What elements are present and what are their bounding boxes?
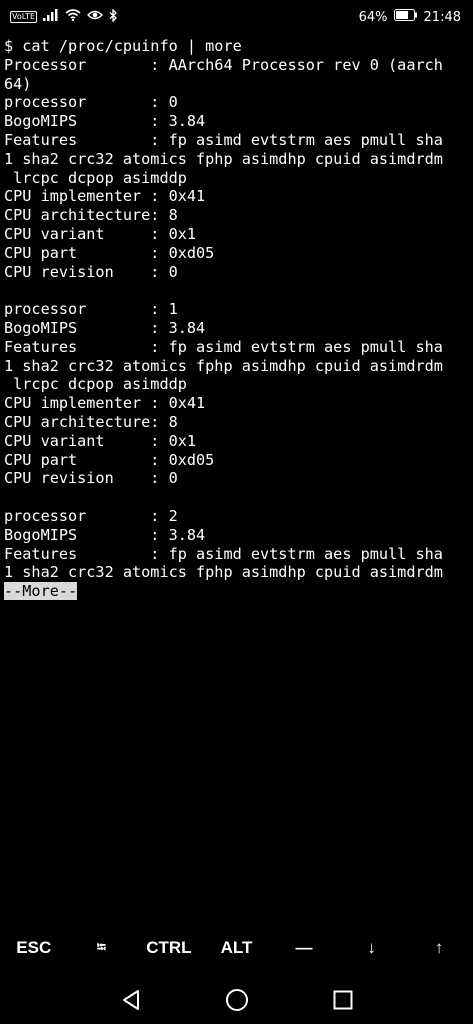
dash-key[interactable]: — (274, 938, 334, 958)
output-line: processor : 1 (4, 300, 178, 319)
output-line: CPU revision : 0 (4, 262, 178, 281)
output-line: BogoMIPS : 3.84 (4, 318, 206, 337)
bluetooth-icon (109, 7, 118, 26)
output-line: CPU part : 0xd05 (4, 243, 215, 262)
esc-key[interactable]: ESC (4, 938, 64, 958)
output-line: CPU variant : 0x1 (4, 431, 197, 450)
navigation-bar (0, 975, 473, 1024)
output-line: BogoMIPS : 3.84 (4, 112, 206, 131)
output-line: Processor : AArch64 Processor rev 0 (aar… (4, 55, 443, 74)
output-line: CPU revision : 0 (4, 469, 178, 488)
back-icon[interactable] (117, 986, 145, 1014)
output-line: 1 sha2 crc32 atomics fphp asimdhp cpuid … (4, 149, 443, 168)
output-line: CPU implementer : 0x41 (4, 187, 206, 206)
terminal-output[interactable]: $ cat /proc/cpuinfo | more Processor : AA… (4, 37, 470, 601)
extra-keys-row: ESC ⭾ CTRL ALT — ↓ ↑ (0, 925, 473, 971)
recents-icon[interactable] (329, 986, 357, 1014)
output-line: Features : fp asimd evtstrm aes pmull sh… (4, 337, 443, 356)
signal-icon (43, 9, 59, 25)
output-line: lrcpc dcpop asimddp (4, 375, 187, 394)
status-time: 21:48 (423, 9, 461, 25)
output-line: CPU architecture: 8 (4, 412, 178, 431)
more-prompt-line: --More-- (4, 582, 470, 601)
output-line: BogoMIPS : 3.84 (4, 525, 206, 544)
status-icons-left: VoLTE (10, 7, 118, 26)
output-line: processor : 0 (4, 93, 178, 112)
status-bar: VoLTE 64% 21:48 (0, 0, 473, 34)
tab-key[interactable]: ⭾ (71, 938, 131, 959)
output-line: CPU part : 0xd05 (4, 450, 215, 469)
output-line: Features : fp asimd evtstrm aes pmull sh… (4, 544, 443, 563)
volte-icon: VoLTE (10, 11, 38, 23)
battery-icon (393, 9, 418, 25)
output-line: 1 sha2 crc32 atomics fphp asimdhp cpuid … (4, 356, 443, 375)
battery-percent: 64% (358, 9, 388, 25)
more-prompt: --More-- (4, 582, 78, 601)
output-line: 64) (4, 74, 32, 93)
command-line: $ cat /proc/cpuinfo | more (4, 37, 242, 55)
status-icons-right: 64% 21:48 (359, 9, 461, 25)
output-line: processor : 2 (4, 506, 178, 525)
arrow-down-key[interactable]: ↓ (342, 938, 402, 958)
output-line: lrcpc dcpop asimddp (4, 168, 187, 187)
output-line: CPU implementer : 0x41 (4, 394, 206, 413)
alt-key[interactable]: ALT (206, 938, 266, 958)
eye-icon (87, 9, 104, 25)
wifi-icon (65, 9, 81, 25)
arrow-up-key[interactable]: ↑ (409, 938, 469, 958)
ctrl-key[interactable]: CTRL (139, 938, 199, 958)
output-line: 1 sha2 crc32 atomics fphp asimdhp cpuid … (4, 563, 443, 582)
output-line: CPU architecture: 8 (4, 206, 178, 225)
output-line: Features : fp asimd evtstrm aes pmull sh… (4, 130, 443, 149)
home-icon[interactable] (223, 986, 251, 1014)
output-line: CPU variant : 0x1 (4, 224, 197, 243)
